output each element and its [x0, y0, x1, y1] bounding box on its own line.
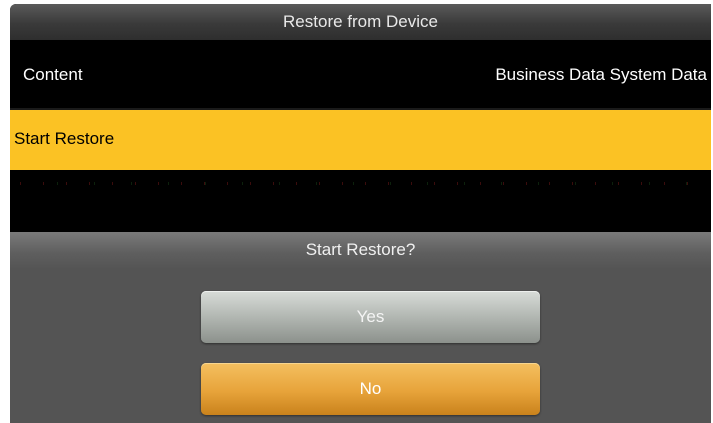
- no-button[interactable]: No: [201, 363, 540, 415]
- page-title: Restore from Device: [283, 12, 438, 31]
- yes-button[interactable]: Yes: [201, 291, 540, 343]
- no-button-label: No: [359, 379, 382, 398]
- render-artifact-line: [20, 182, 700, 185]
- start-restore-label: Start Restore: [14, 129, 115, 148]
- menu-item-start-restore[interactable]: Start Restore: [10, 110, 711, 170]
- dialog-title-bar: Start Restore?: [10, 232, 711, 268]
- content-label: Content: [23, 65, 83, 84]
- content-value: Business Data System Data: [495, 65, 707, 84]
- dialog-title: Start Restore?: [305, 240, 416, 259]
- restore-panel: Restore from Device Content Business Dat…: [10, 4, 711, 423]
- confirm-dialog: Start Restore? Yes No: [10, 232, 711, 423]
- yes-button-label: Yes: [356, 307, 385, 326]
- device-screen: Restore from Device Content Business Dat…: [0, 0, 713, 423]
- menu-item-content[interactable]: Content Business Data System Data: [10, 40, 711, 108]
- title-bar: Restore from Device: [10, 4, 711, 40]
